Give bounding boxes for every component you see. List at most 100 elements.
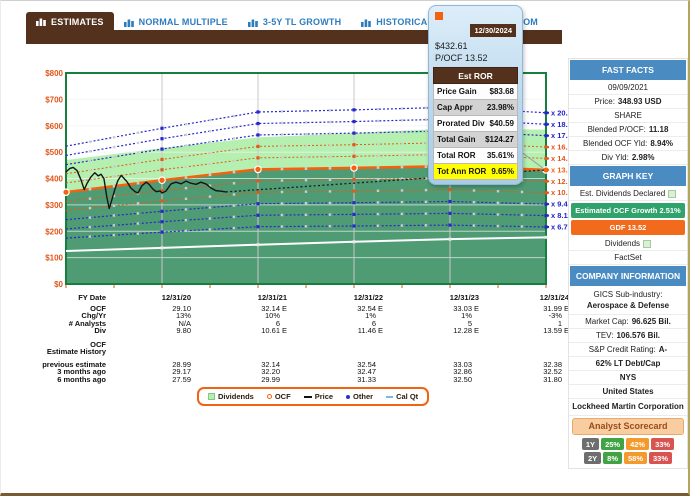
- svg-text:$800: $800: [45, 69, 63, 78]
- sidebar-row-label: Blended P/OCF:: [588, 123, 646, 136]
- table-cell: 11.46E: [287, 327, 383, 334]
- table-row: FY Date12/31/2012/31/2112/31/2212/31/231…: [31, 293, 569, 302]
- fastgraphs-app-window: ESTIMATESNORMAL MULTIPLE3-5Y TL GROWTHHI…: [0, 0, 690, 496]
- scorecard-chip: 58%: [624, 452, 647, 464]
- scorecard-row: 2Y8%58%33%: [572, 452, 684, 464]
- sidebar-row-value: 11.18: [649, 123, 669, 136]
- svg-text:$0: $0: [54, 280, 63, 289]
- legend-item-other[interactable]: Other: [346, 392, 373, 401]
- estimate-flag: E: [280, 327, 287, 334]
- svg-text:$100: $100: [45, 254, 63, 263]
- table-row: # AnalystsN/A6651: [31, 320, 569, 327]
- legend-label: Price: [315, 392, 333, 401]
- sidebar-row-label: TEV:: [596, 329, 613, 342]
- tab-label: NORMAL MULTIPLE: [139, 17, 228, 27]
- sidebar-header-company-information: COMPANY INFORMATION: [570, 266, 686, 286]
- estimates-table: FY Date12/31/2012/31/2112/31/2212/31/231…: [31, 293, 569, 383]
- scorecard-chip: 33%: [649, 452, 672, 464]
- tab-estimates[interactable]: ESTIMATES: [26, 12, 114, 33]
- sidebar-row: Blended P/OCF:11.18: [569, 123, 687, 137]
- tab-label: ESTIMATES: [51, 17, 104, 27]
- sidebar-row-text: 09/09/2021: [608, 81, 648, 94]
- table-cell: 12/31/23: [383, 293, 479, 302]
- graph-key-band: Estimated OCF Growth 2.51%: [571, 203, 685, 218]
- legend-item-ocf[interactable]: OCF: [267, 392, 291, 401]
- sidebar-row-label: Div Yld:: [601, 151, 628, 164]
- svg-text:$200: $200: [45, 227, 63, 236]
- sidebar-row-text: FactSet: [614, 251, 642, 264]
- svg-text:$700: $700: [45, 95, 63, 104]
- sidebar-row-text: Dividends: [605, 237, 640, 250]
- table-cell: 32.50: [383, 376, 479, 383]
- table-cell: 1%: [383, 312, 479, 319]
- table-cell: 31.80: [479, 376, 569, 383]
- table-cell: 13.59E: [479, 327, 569, 334]
- legend-item-cal-qt[interactable]: Cal Qt: [386, 392, 418, 401]
- sidebar-row-value: 2.98%: [632, 151, 655, 164]
- scorecard-chip: 1Y: [582, 438, 599, 450]
- row-label: 6 months ago: [31, 376, 106, 383]
- sidebar-row-label: GICS Sub-industry:: [569, 289, 687, 300]
- sidebar-row-text: United States: [602, 385, 653, 398]
- sidebar-row-text: NYS: [620, 371, 636, 384]
- ltblue-dash-icon: [386, 396, 393, 398]
- scorecard-row: 1Y25%42%33%: [572, 438, 684, 450]
- tooltip-row-value: 35.61%: [487, 151, 514, 160]
- bar-chart-icon: [124, 18, 135, 27]
- sidebar-row-text: 62% LT Debt/Cap: [596, 357, 661, 370]
- table-row: OCF29.1032.14E32.54E33.03E31.99E: [31, 305, 569, 312]
- estimate-flag: E: [472, 327, 479, 334]
- svg-text:$300: $300: [45, 201, 63, 210]
- sidebar-row: TEV:106.576 Bil.: [569, 329, 687, 343]
- sidebar-row: SHARE: [569, 109, 687, 123]
- sidebar-row: Dividends: [569, 237, 687, 251]
- sidebar-row-label: Price:: [594, 95, 614, 108]
- sidebar-row-value: 348.93 USD: [618, 95, 662, 108]
- tooltip-row-value: 9.65%: [491, 167, 514, 176]
- sidebar-row: Lockheed Martin Corporation: [569, 399, 687, 416]
- tooltip-price: $432.61: [433, 40, 518, 52]
- table-cell: 12/31/21: [191, 293, 287, 302]
- bar-chart-icon: [36, 17, 47, 26]
- table-cell: 12.28E: [383, 327, 479, 334]
- sidebar-row: 62% LT Debt/Cap: [569, 357, 687, 371]
- scorecard-chip: 25%: [601, 438, 624, 450]
- table-cell: 31.33: [287, 376, 383, 383]
- sidebar-row: GICS Sub-industry:Aerospace & Defense: [569, 287, 687, 315]
- sidebar-row: Blended OCF Yld:8.94%: [569, 137, 687, 151]
- tooltip-row-value: 23.98%: [487, 103, 514, 112]
- legend-item-price[interactable]: Price: [304, 392, 333, 401]
- sidebar-row: 09/09/2021: [569, 81, 687, 95]
- sidebar-row: Div Yld: 2.98%: [569, 151, 687, 165]
- table-row: Div9.8010.61E11.46E12.28E13.59E: [31, 327, 569, 334]
- green-square-icon: [208, 393, 215, 400]
- tab-normal-multiple[interactable]: NORMAL MULTIPLE: [114, 13, 238, 31]
- graph-key-band: GDF 13.52: [571, 220, 685, 235]
- estimate-flag: E: [472, 305, 479, 312]
- cell-value: 31.80: [543, 375, 562, 384]
- tooltip-row-label: Total Gain: [437, 135, 476, 144]
- sidebar-row: United States: [569, 385, 687, 399]
- legend-label: Dividends: [218, 392, 254, 401]
- tab-3-5y-tl-growth[interactable]: 3-5Y TL GROWTH: [238, 13, 351, 31]
- chart-legend: Dividends OCF Price Other Cal Qt: [197, 387, 429, 406]
- scorecard-chip: 2Y: [584, 452, 601, 464]
- sidebar-row-label: Blended OCF Yld:: [583, 137, 647, 150]
- scorecard-chip: 33%: [651, 438, 674, 450]
- table-cell: 29.99: [191, 376, 287, 383]
- legend-item-dividends[interactable]: Dividends: [208, 392, 254, 401]
- analyst-scorecard: Analyst Scorecard1Y25%42%33%2Y8%58%33%: [569, 416, 687, 468]
- tooltip-date-badge: 12/30/2024: [470, 24, 516, 37]
- sidebar-header-graph-key: GRAPH KEY: [570, 166, 686, 186]
- orange-circle-icon: [267, 394, 272, 399]
- table-section-row: OCFEstimate History: [31, 335, 569, 361]
- scorecard-chip: 42%: [626, 438, 649, 450]
- y-axis-labels: $800$700$600$500$400$300$200$100$0: [45, 69, 63, 289]
- table-row: Chg/Yr13%10%1%1%-3%: [31, 312, 569, 319]
- estimate-flag: E: [376, 327, 383, 334]
- dividends-checkbox[interactable]: [643, 240, 651, 248]
- sidebar-row-label: Market Cap:: [585, 315, 629, 328]
- sidebar-row-label: S&P Credit Rating:: [589, 343, 656, 356]
- tooltip-row-value: $83.68: [490, 87, 514, 96]
- sidebar-row: Price: 348.93 USD: [569, 95, 687, 109]
